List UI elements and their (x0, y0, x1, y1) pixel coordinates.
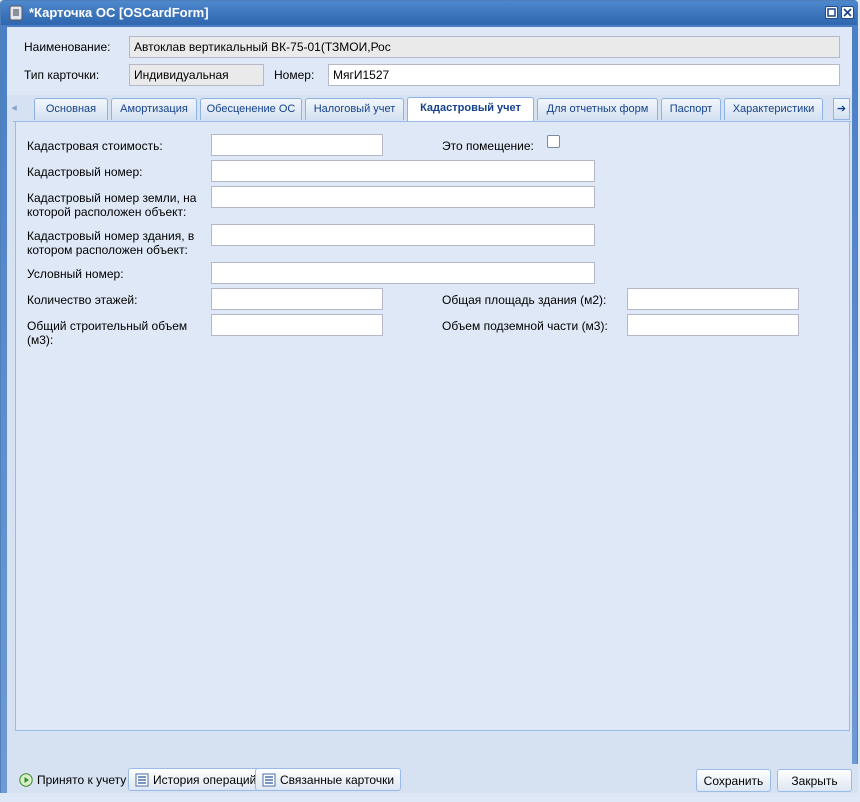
conditional-number-field[interactable] (211, 262, 595, 284)
save-label: Сохранить (703, 773, 764, 788)
tab-label: Налоговый учет (313, 103, 396, 115)
building-number-label-line2: котором расположен объект: (27, 243, 188, 257)
volume-label-line2: (м3): (27, 333, 54, 347)
header-form: Наименование: Автоклав вертикальный ВК-7… (7, 27, 852, 95)
card-type-field[interactable]: Индивидуальная (129, 64, 264, 86)
tab-label: Основная (45, 103, 97, 115)
name-label: Наименование: (24, 40, 111, 54)
tab-label: Характеристики (732, 103, 815, 115)
cadastral-number-label: Кадастровый номер: (27, 165, 143, 179)
history-label: История операций (153, 772, 257, 787)
arrow-left-icon: ◂ (11, 102, 17, 114)
underground-volume-label: Объем подземной части (м3): (442, 319, 608, 333)
is-room-checkbox[interactable] (547, 135, 560, 148)
app-icon (9, 5, 23, 21)
close-icon (843, 8, 852, 17)
volume-label-line1: Общий строительный объем (27, 319, 188, 333)
footer-toolbar: Принято к учету История операций Связанн… (13, 764, 858, 796)
tab-scroll-left-button[interactable]: ◂ (7, 98, 21, 120)
accepted-button[interactable]: Принято к учету (15, 768, 130, 791)
maximize-button[interactable] (825, 6, 838, 19)
maximize-icon (827, 8, 836, 17)
total-area-label: Общая площадь здания (м2): (442, 293, 607, 307)
tab-label: Для отчетных форм (546, 103, 649, 115)
underground-volume-field[interactable] (627, 314, 799, 336)
tab-depreciation[interactable]: Амортизация (111, 98, 197, 120)
arrow-right-icon: ➔ (836, 103, 847, 115)
floors-field[interactable] (211, 288, 383, 310)
play-circle-icon (19, 772, 33, 787)
land-number-label-line2: которой расположен объект: (27, 205, 187, 219)
land-number-label-line1: Кадастровый номер земли, на (27, 191, 197, 205)
conditional-number-label: Условный номер: (27, 267, 124, 281)
building-number-label-line1: Кадастровый номер здания, в (27, 229, 195, 243)
history-button[interactable]: История операций (128, 768, 264, 791)
linked-cards-button[interactable]: Связанные карточки (255, 768, 402, 791)
tab-tax-accounting[interactable]: Налоговый учет (305, 98, 404, 120)
number-field[interactable]: МягИ1527 (328, 64, 840, 86)
list-icon (262, 773, 276, 786)
volume-field[interactable] (211, 314, 383, 336)
tab-cadastral[interactable]: Кадастровый учет (407, 97, 534, 121)
cadastral-number-field[interactable] (211, 160, 595, 182)
tab-report-forms[interactable]: Для отчетных форм (537, 98, 658, 120)
title-bar[interactable]: *Карточка ОС [OSCardForm] (1, 1, 857, 25)
is-room-label: Это помещение: (442, 139, 534, 153)
tab-characteristics[interactable]: Характеристики (724, 98, 823, 120)
tab-scroll-right-button[interactable]: ➔ (833, 98, 850, 120)
tab-label: Паспорт (669, 103, 713, 115)
card-type-label: Тип карточки: (24, 68, 100, 82)
land-number-field[interactable] (211, 186, 595, 208)
tab-label: Кадастровый учет (420, 102, 521, 114)
total-area-field[interactable] (627, 288, 799, 310)
tab-label: Амортизация (120, 103, 188, 115)
close-button[interactable]: Закрыть (777, 769, 852, 792)
window-title: *Карточка ОС [OSCardForm] (29, 5, 209, 20)
list-icon (135, 773, 149, 786)
accepted-label: Принято к учету (37, 772, 127, 787)
number-label: Номер: (274, 68, 315, 82)
tab-impairment[interactable]: Обесценение ОС (200, 98, 302, 120)
tab-passport[interactable]: Паспорт (661, 98, 721, 120)
tab-label: Обесценение ОС (206, 103, 296, 115)
cadastral-cost-field[interactable] (211, 134, 383, 156)
linked-cards-label: Связанные карточки (280, 772, 395, 787)
background-strip (0, 793, 860, 802)
close-window-button[interactable] (841, 6, 854, 19)
window-body: Наименование: Автоклав вертикальный ВК-7… (7, 27, 858, 796)
close-label: Закрыть (791, 773, 838, 788)
name-field[interactable]: Автоклав вертикальный ВК-75-01(ТЗМОИ,Рос (129, 36, 840, 58)
cadastral-panel: Кадастровая стоимость: Это помещение: Ка… (15, 121, 850, 731)
floors-label: Количество этажей: (27, 293, 138, 307)
cadastral-cost-label: Кадастровая стоимость: (27, 139, 163, 153)
card-window: *Карточка ОС [OSCardForm] Наименование: … (0, 0, 858, 800)
tab-main[interactable]: Основная (34, 98, 108, 120)
tab-strip: ◂ Основная Амортизация Обесценение ОС На… (11, 97, 851, 122)
save-button[interactable]: Сохранить (696, 769, 771, 792)
building-number-field[interactable] (211, 224, 595, 246)
